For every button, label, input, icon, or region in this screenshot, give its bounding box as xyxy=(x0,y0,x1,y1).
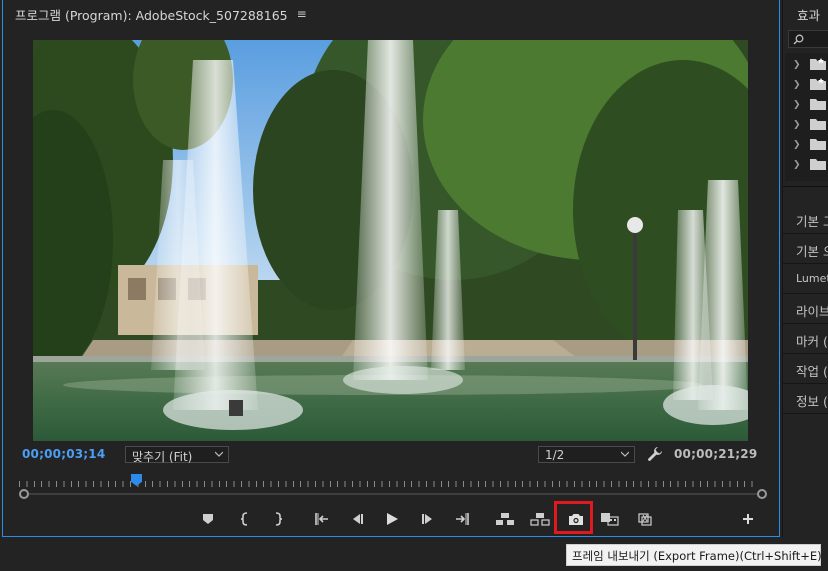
mark-out-button[interactable] xyxy=(267,508,289,530)
timecode-row: 00;00;03;14 맞추기 (Fit) 1/2 00;00;21;29 xyxy=(3,446,779,464)
playhead-timecode[interactable]: 00;00;03;14 xyxy=(22,447,105,461)
premiere-window: 프로그램 (Program): AdobeStock_507288165 ≡ 0… xyxy=(0,0,828,571)
export-frame-highlight xyxy=(554,501,593,534)
effects-folder-row[interactable]: ❯ xyxy=(793,77,828,91)
folder-icon xyxy=(810,139,826,150)
panel-tab-info[interactable]: 정보 ( xyxy=(783,384,828,414)
playback-resolution-select[interactable]: 1/2 xyxy=(538,446,635,463)
step-back-icon xyxy=(353,514,363,524)
effects-folder-row[interactable]: ❯ xyxy=(793,137,828,151)
hamburger-icon[interactable]: ≡ xyxy=(297,7,307,21)
effects-search-input[interactable] xyxy=(788,30,828,48)
effects-folder-row[interactable]: ❯ xyxy=(793,57,828,71)
preset-folder-icon xyxy=(810,58,826,70)
effects-tree: ❯ ❯ ❯ ❯ ❯ ❯ xyxy=(785,53,828,181)
marker-icon xyxy=(203,514,213,524)
go-to-out-button[interactable] xyxy=(451,508,473,530)
go-to-in-button[interactable] xyxy=(311,508,333,530)
playback-resolution-value: 1/2 xyxy=(545,448,565,462)
effects-panel: 효과 ❯ ❯ ❯ ❯ ❯ ❯ 기본 기본 Lume 라이브 마커 (작업 (… xyxy=(782,0,828,537)
panel-header: 프로그램 (Program): AdobeStock_507288165 ≡ xyxy=(15,5,307,23)
zoom-left-handle[interactable] xyxy=(19,489,29,499)
panel-title[interactable]: 프로그램 (Program): AdobeStock_507288165 xyxy=(15,5,288,24)
lift-icon xyxy=(496,513,514,525)
video-frame[interactable] xyxy=(33,40,748,441)
zoom-right-handle[interactable] xyxy=(757,489,767,499)
effects-folder-row[interactable]: ❯ xyxy=(793,97,828,111)
mark-in-button[interactable] xyxy=(234,508,256,530)
export-frame-tooltip: 프레임 내보내기 (Export Frame)(Ctrl+Shift+E) xyxy=(566,544,822,566)
panel-tab-markers[interactable]: 마커 ( xyxy=(783,324,828,354)
mark-out-icon xyxy=(275,512,283,526)
effects-folder-row[interactable]: ❯ xyxy=(793,117,828,131)
zoom-scroll-track xyxy=(23,493,763,495)
go-to-in-icon xyxy=(315,513,328,525)
panel-tab-lumetri[interactable]: Lumetri xyxy=(783,264,828,294)
panel-tab-libraries[interactable]: 라이브 xyxy=(783,294,828,324)
panel-tab-essential-graphics[interactable]: 기본 그 xyxy=(783,204,828,234)
folder-icon xyxy=(810,119,826,130)
chevron-down-icon xyxy=(215,451,223,457)
panel-tab-essential-sound[interactable]: 기본 오 xyxy=(783,234,828,264)
effects-folder-row[interactable]: ❯ xyxy=(793,157,828,171)
comparison-view-button[interactable] xyxy=(599,508,621,530)
extract-button[interactable] xyxy=(529,508,551,530)
lift-button[interactable] xyxy=(494,508,516,530)
divider xyxy=(783,186,828,187)
chevron-down-icon xyxy=(621,451,629,457)
play-button[interactable] xyxy=(381,508,403,530)
extract-icon xyxy=(530,513,550,526)
time-ruler[interactable] xyxy=(17,474,765,488)
chevron-right-icon: ❯ xyxy=(793,160,801,170)
step-back-button[interactable] xyxy=(346,508,368,530)
zoom-scroll-bar[interactable] xyxy=(17,489,769,499)
program-monitor-panel: 프로그램 (Program): AdobeStock_507288165 ≡ 0… xyxy=(2,0,780,537)
step-forward-icon xyxy=(422,514,432,524)
zoom-level-select[interactable]: 맞추기 (Fit) xyxy=(125,446,229,464)
add-marker-button[interactable] xyxy=(197,508,219,530)
chevron-right-icon: ❯ xyxy=(793,120,801,130)
step-forward-button[interactable] xyxy=(417,508,439,530)
wrench-icon[interactable] xyxy=(647,446,663,462)
folder-icon xyxy=(810,99,826,110)
panel-tab-history[interactable]: 작업 ( xyxy=(783,354,828,384)
search-icon xyxy=(793,34,804,45)
chevron-right-icon: ❯ xyxy=(793,60,801,70)
folder-icon xyxy=(810,159,826,170)
proxy-icon xyxy=(638,513,652,526)
comparison-view-icon xyxy=(601,513,619,526)
transport-controls xyxy=(3,508,779,530)
effects-panel-title[interactable]: 효과 xyxy=(797,5,820,24)
chevron-right-icon: ❯ xyxy=(793,80,801,90)
chevron-right-icon: ❯ xyxy=(793,140,801,150)
preset-folder-icon xyxy=(810,78,826,90)
mark-in-icon xyxy=(240,512,248,526)
play-icon xyxy=(387,513,398,525)
zoom-level-value: 맞추기 (Fit) xyxy=(132,450,193,464)
time-ruler-ticks xyxy=(19,481,759,487)
button-editor-button[interactable] xyxy=(737,508,759,530)
chevron-right-icon: ❯ xyxy=(793,100,801,110)
duration-timecode: 00;00;21;29 xyxy=(674,447,758,461)
plus-icon xyxy=(743,514,753,524)
go-to-out-icon xyxy=(456,513,469,525)
proxy-toggle-button[interactable] xyxy=(634,508,656,530)
